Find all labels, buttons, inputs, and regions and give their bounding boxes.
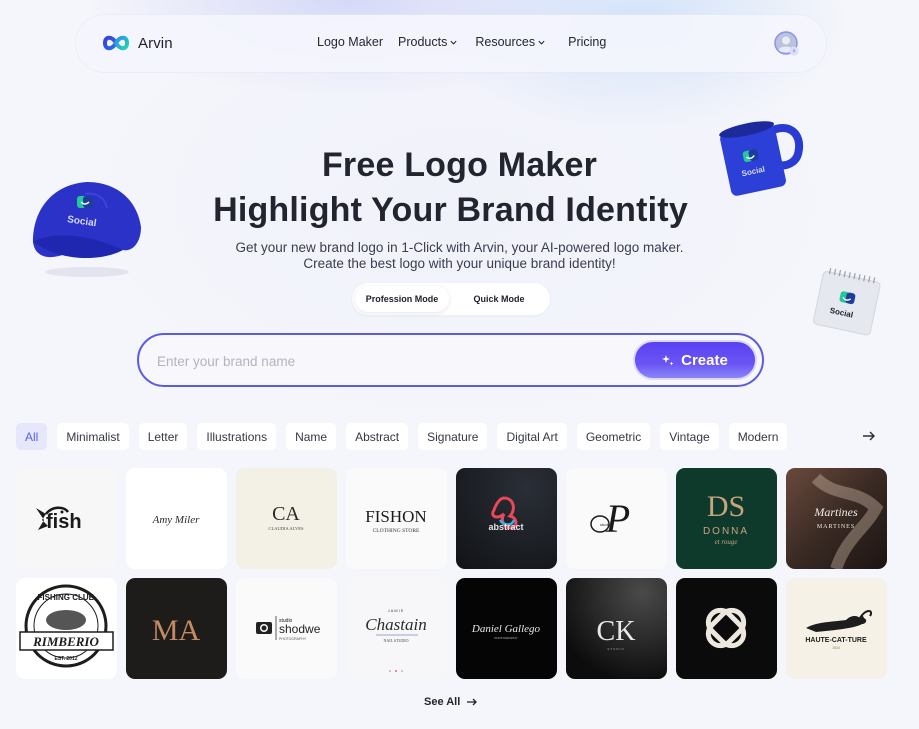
logo-tile-abstract[interactable]: abstract xyxy=(456,468,557,569)
chevron-down-icon xyxy=(538,40,545,45)
logo-tile-haute-cat-ture[interactable]: HAUTE-CAT-TURE 1924 xyxy=(786,578,887,679)
tile-text: RIMBERIO xyxy=(32,634,99,649)
logo-tile-fish[interactable]: fish xyxy=(16,468,117,569)
filter-signature[interactable]: Signature xyxy=(418,423,488,450)
logo-gallery: fish Amy Miler CA CLAUDIA ALVES FISHON C… xyxy=(16,468,887,679)
logo-tile-studio-p[interactable]: P studio xyxy=(566,468,667,569)
logo-tile-martines[interactable]: Martines MARTINES xyxy=(786,468,887,569)
tile-subtext: CLOTHING STORE xyxy=(373,528,420,534)
tile-subtext: DONNA xyxy=(703,526,749,537)
quick-mode-tab[interactable]: Quick Mode xyxy=(452,286,546,312)
tile-subtext: CLAUDIA ALVES xyxy=(269,526,304,531)
tile-subtext2: EST. 2012 xyxy=(54,656,77,662)
tile-text: CK xyxy=(597,616,636,647)
see-all-link[interactable]: See All xyxy=(424,696,478,708)
tile-text: Amy Miler xyxy=(152,514,200,526)
logo-tile-donna[interactable]: DS DONNA et rouge xyxy=(676,468,777,569)
tile-text: HAUTE-CAT-TURE xyxy=(805,637,867,644)
filter-scroll-right-arrow-icon[interactable] xyxy=(860,428,878,444)
logo-tile-fishon[interactable]: FISHON CLOTHING STORE xyxy=(346,468,447,569)
tile-subtext: JAMIE xyxy=(388,608,405,613)
nav-logo-maker[interactable]: Logo Maker xyxy=(317,35,383,49)
nav-pricing[interactable]: Pricing xyxy=(568,35,606,49)
nav-resources-label: Resources xyxy=(475,35,536,49)
tile-background xyxy=(676,578,777,679)
tile-text: FISHON xyxy=(365,507,426,526)
tile-text: P xyxy=(605,496,630,541)
hero-title-line2: Highlight Your Brand Identity xyxy=(213,191,688,229)
tile-subtext2: PHOTOGRAPHY xyxy=(279,637,307,641)
brand[interactable]: Arvin xyxy=(102,32,173,54)
sparkle-icon xyxy=(662,355,674,366)
user-avatar-button[interactable] xyxy=(774,31,800,57)
tile-text: Martines xyxy=(813,505,858,519)
top-navbar: Arvin Logo Maker Products Resources Pric… xyxy=(76,15,826,72)
logo-tile-claudia-alves[interactable]: CA CLAUDIA ALVES xyxy=(236,468,337,569)
chevron-down-icon xyxy=(450,40,457,45)
arvin-logo-icon xyxy=(102,35,130,51)
logo-tile-shodwe[interactable]: studio shodwe PHOTOGRAPHY xyxy=(236,578,337,679)
filter-all[interactable]: All xyxy=(16,423,48,450)
arrow-right-icon xyxy=(467,698,478,706)
logo-tile-ma-monogram[interactable]: MA xyxy=(126,578,227,679)
filter-illustrations[interactable]: Illustrations xyxy=(197,423,277,450)
nav-pricing-label: Pricing xyxy=(568,35,607,49)
tile-text: CA xyxy=(272,503,300,525)
hero-title-line1: Free Logo Maker xyxy=(321,146,598,184)
filter-abstract[interactable]: Abstract xyxy=(346,423,409,450)
logo-tile-chastain[interactable]: JAMIE Chastain NAIL STUDIO xyxy=(346,578,447,679)
notepad-merch-illustration: Social xyxy=(808,266,884,338)
nav-products[interactable]: Products xyxy=(398,35,458,49)
logo-tile-daniel-gallego[interactable]: Daniel Gallego PHOTOGRAPHY xyxy=(456,578,557,679)
nav-products-label: Products xyxy=(398,35,448,49)
filter-digital-art[interactable]: Digital Art xyxy=(497,423,567,450)
user-avatar-icon xyxy=(774,31,799,56)
tile-subtext: MARTINES xyxy=(817,524,855,530)
tile-text: DS xyxy=(707,490,745,523)
profession-mode-tab[interactable]: Profession Mode xyxy=(355,286,449,312)
logo-tile-knot[interactable] xyxy=(676,578,777,679)
logo-tile-ck-monogram[interactable]: CK STUDIO xyxy=(566,578,667,679)
filter-modern[interactable]: Modern xyxy=(728,423,788,450)
hero-subtitle-line2: Create the best logo with your unique br… xyxy=(303,256,616,271)
tile-subtext: 1924 xyxy=(832,646,840,650)
logo-tile-fishing-club[interactable]: FISHING CLUB RIMBERIO EST. 2012 xyxy=(16,578,117,679)
filter-minimalist[interactable]: Minimalist xyxy=(57,423,129,450)
logo-tile-amy-miler[interactable]: Amy Miler xyxy=(126,468,227,569)
see-all-label: See All xyxy=(424,696,461,708)
create-button-label: Create xyxy=(681,351,728,369)
nav-resources[interactable]: Resources xyxy=(475,35,546,49)
style-filter-bar: All Minimalist Letter Illustrations Name… xyxy=(16,423,788,450)
tile-subtext: STUDIO xyxy=(607,647,624,651)
filter-letter[interactable]: Letter xyxy=(138,423,188,450)
tile-subtext: FISHING CLUB xyxy=(38,593,95,602)
tile-text: fish xyxy=(46,511,82,533)
tile-subtext2: et rouge xyxy=(715,538,738,546)
brand-name-input[interactable] xyxy=(157,351,617,371)
tile-text: Chastain xyxy=(365,615,426,634)
create-button[interactable]: Create xyxy=(633,340,757,380)
brand-name-search-box: Create xyxy=(137,333,764,387)
hero-subtitle-line1: Get your new brand logo in 1-Click with … xyxy=(235,240,684,255)
tile-text: Daniel Gallego xyxy=(471,623,541,635)
tile-text: MA xyxy=(152,614,201,647)
filter-vintage[interactable]: Vintage xyxy=(660,423,719,450)
tile-text: shodwe xyxy=(279,622,321,636)
brand-name: Arvin xyxy=(138,34,173,52)
mode-toggle: Profession Mode Quick Mode xyxy=(352,283,550,315)
tile-subtext: PHOTOGRAPHY xyxy=(494,636,517,640)
nav-logo-maker-label: Logo Maker xyxy=(317,35,384,49)
tile-subtext2: NAIL STUDIO xyxy=(383,638,408,643)
filter-name[interactable]: Name xyxy=(286,423,337,450)
tile-text: abstract xyxy=(488,522,523,532)
main-nav: Logo Maker Products Resources Pricing xyxy=(317,35,606,49)
filter-geometric[interactable]: Geometric xyxy=(576,423,651,450)
